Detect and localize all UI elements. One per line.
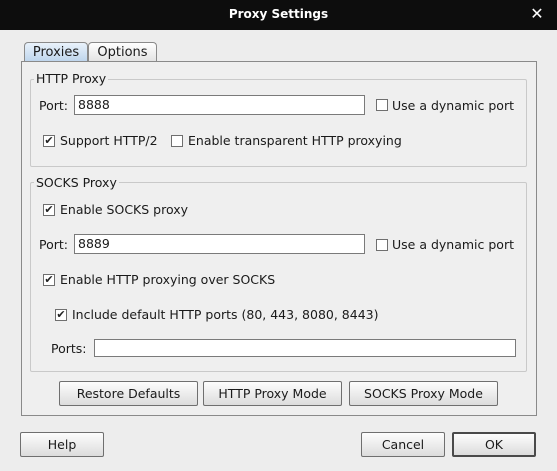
http-over-socks-checkbox[interactable]: ✔ bbox=[43, 274, 55, 286]
transparent-proxying-checkbox[interactable] bbox=[171, 135, 183, 147]
tab-options[interactable]: Options bbox=[88, 42, 157, 62]
proxy-settings-dialog: Proxy Settings ✕ Proxies Options HTTP Pr… bbox=[0, 0, 557, 471]
http-port-label: Port: bbox=[39, 98, 68, 113]
help-button[interactable]: Help bbox=[20, 432, 104, 457]
support-http2-checkbox[interactable]: ✔ bbox=[43, 135, 55, 147]
socks-port-field[interactable]: 8889 bbox=[74, 234, 365, 254]
ok-button[interactable]: OK bbox=[452, 432, 536, 457]
cancel-button[interactable]: Cancel bbox=[361, 432, 445, 457]
close-icon[interactable]: ✕ bbox=[529, 5, 545, 23]
proxies-panel: HTTP Proxy Port: 8888 Use a dynamic port… bbox=[21, 61, 537, 416]
socks-dynamic-port-label[interactable]: Use a dynamic port bbox=[392, 237, 514, 252]
http-dynamic-port-checkbox[interactable] bbox=[376, 99, 388, 111]
socks-proxy-mode-button[interactable]: SOCKS Proxy Mode bbox=[349, 381, 498, 406]
transparent-proxying-label[interactable]: Enable transparent HTTP proxying bbox=[188, 133, 402, 148]
title-bar[interactable]: Proxy Settings ✕ bbox=[0, 0, 557, 30]
socks-dynamic-port-checkbox[interactable] bbox=[376, 239, 388, 251]
restore-defaults-button[interactable]: Restore Defaults bbox=[59, 381, 198, 406]
default-ports-label[interactable]: Include default HTTP ports (80, 443, 808… bbox=[72, 307, 378, 322]
http-over-socks-label[interactable]: Enable HTTP proxying over SOCKS bbox=[60, 272, 275, 287]
ports-field[interactable] bbox=[94, 339, 516, 357]
default-ports-checkbox[interactable]: ✔ bbox=[55, 309, 67, 321]
tab-proxies[interactable]: Proxies bbox=[24, 42, 88, 62]
socks-proxy-title: SOCKS Proxy bbox=[34, 175, 119, 190]
dialog-title: Proxy Settings bbox=[228, 7, 329, 21]
http-proxy-mode-button[interactable]: HTTP Proxy Mode bbox=[203, 381, 342, 406]
support-http2-label[interactable]: Support HTTP/2 bbox=[60, 133, 158, 148]
ports-label: Ports: bbox=[51, 341, 87, 356]
http-dynamic-port-label[interactable]: Use a dynamic port bbox=[392, 98, 514, 113]
enable-socks-label[interactable]: Enable SOCKS proxy bbox=[60, 202, 188, 217]
socks-port-label: Port: bbox=[39, 237, 68, 252]
http-proxy-group bbox=[30, 79, 527, 167]
http-port-field[interactable]: 8888 bbox=[74, 95, 365, 115]
http-proxy-title: HTTP Proxy bbox=[34, 71, 109, 86]
enable-socks-checkbox[interactable]: ✔ bbox=[43, 204, 55, 216]
